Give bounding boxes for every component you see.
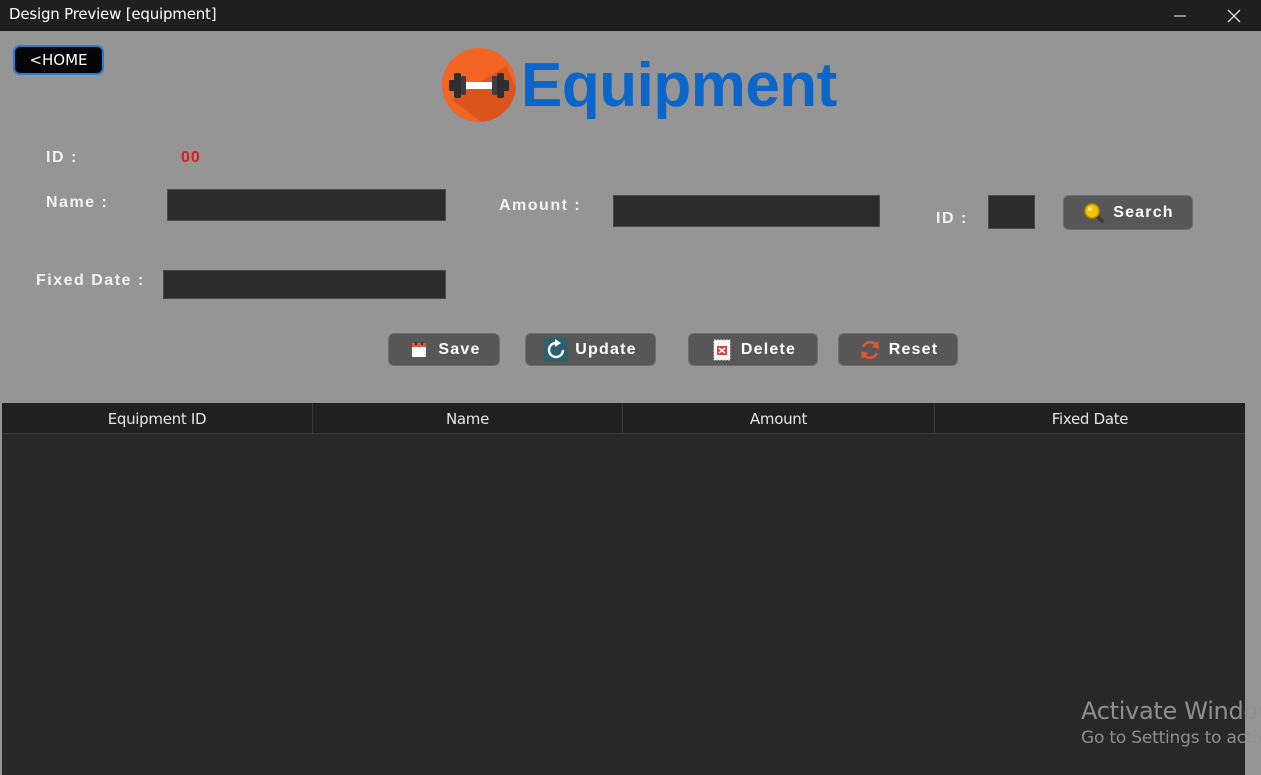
minimize-button[interactable] — [1157, 0, 1203, 31]
window-titlebar: Design Preview [equipment] — [0, 0, 1261, 31]
search-button-label: Search — [1113, 203, 1174, 221]
close-icon — [1227, 9, 1241, 22]
close-button[interactable] — [1211, 0, 1257, 31]
column-header-equipment-id[interactable]: Equipment ID — [2, 403, 313, 434]
table-header: Equipment ID Name Amount Fixed Date — [2, 403, 1245, 434]
save-button-label: Save — [438, 340, 481, 358]
fixed-date-input[interactable] — [163, 270, 446, 299]
id-value: 00 — [181, 149, 201, 166]
page-title: Equipment — [521, 51, 837, 120]
refresh-icon — [544, 337, 569, 362]
delete-button-label: Delete — [740, 340, 797, 358]
update-button-label: Update — [575, 340, 637, 358]
dumbbell-icon — [442, 48, 516, 122]
window-title: Design Preview [equipment] — [9, 5, 217, 23]
save-icon — [407, 338, 431, 362]
update-button[interactable]: Update — [525, 333, 656, 366]
search-id-input[interactable] — [988, 195, 1035, 229]
reset-button[interactable]: Reset — [838, 333, 958, 366]
name-label: Name : — [46, 194, 109, 211]
column-header-fixed-date[interactable]: Fixed Date — [935, 403, 1245, 434]
name-input[interactable] — [167, 189, 446, 221]
reset-button-label: Reset — [888, 340, 939, 358]
watermark-line2: Go to Settings to activate Windows. — [1081, 728, 1261, 748]
column-header-name[interactable]: Name — [313, 403, 623, 434]
amount-label: Amount : — [499, 197, 582, 214]
home-button[interactable]: <HOME — [13, 45, 104, 75]
activation-watermark: Activate Windows Go to Settings to activ… — [1081, 697, 1261, 748]
delete-icon — [710, 338, 734, 362]
watermark-line1: Activate Windows — [1081, 697, 1261, 725]
amount-input[interactable] — [613, 195, 880, 227]
fixed-date-label: Fixed Date : — [36, 272, 145, 289]
delete-button[interactable]: Delete — [688, 333, 818, 366]
search-id-label: ID : — [936, 210, 968, 227]
reset-icon — [858, 338, 882, 362]
search-button[interactable]: Search — [1063, 195, 1193, 230]
column-header-amount[interactable]: Amount — [623, 403, 935, 434]
id-label: ID : — [46, 149, 78, 166]
search-icon — [1082, 201, 1106, 225]
minimize-icon — [1174, 15, 1186, 16]
save-button[interactable]: Save — [388, 333, 500, 366]
equipment-table[interactable]: Equipment ID Name Amount Fixed Date — [2, 403, 1245, 775]
